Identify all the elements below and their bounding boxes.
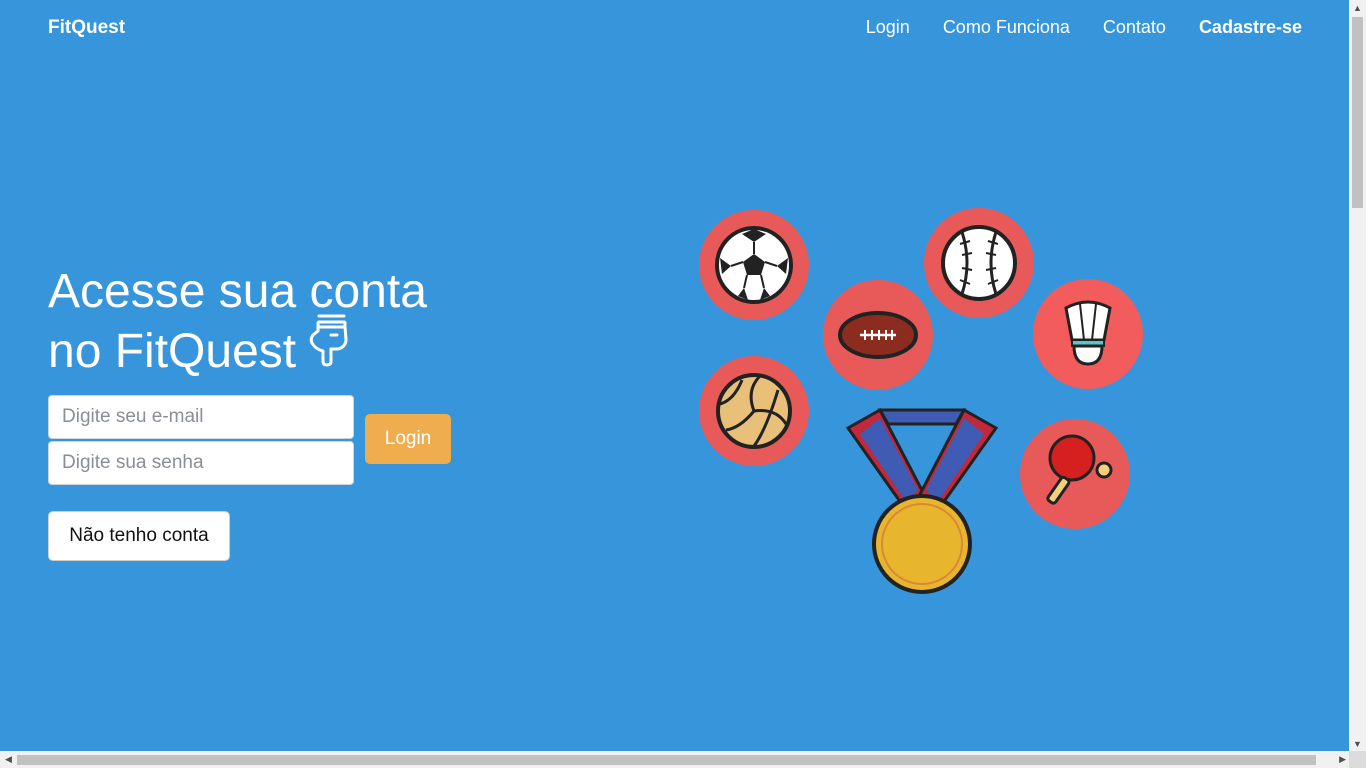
nav-como-funciona[interactable]: Como Funciona — [943, 17, 1070, 38]
no-account-button[interactable]: Não tenho conta — [48, 511, 230, 561]
page: FitQuest Login Como Funciona Contato Cad… — [0, 0, 1349, 748]
shuttlecock-icon — [1033, 279, 1143, 389]
vertical-scroll-thumb[interactable] — [1352, 17, 1363, 208]
soccer-ball-icon — [699, 210, 809, 320]
page-title: Acesse sua conta no FitQuest — [48, 262, 508, 384]
title-line-2: no FitQuest — [48, 325, 297, 378]
scrollbar-corner — [1349, 751, 1366, 768]
ping-pong-paddle-icon — [1020, 419, 1130, 529]
baseball-icon — [924, 208, 1034, 318]
password-field[interactable] — [48, 441, 354, 485]
top-nav: Login Como Funciona Contato Cadastre-se — [866, 17, 1302, 38]
volleyball-icon — [699, 356, 809, 466]
title-line-1: Acesse sua conta — [48, 265, 427, 318]
scroll-down-icon[interactable]: ▼ — [1353, 739, 1362, 749]
horizontal-scrollbar[interactable]: ◀ ▶ — [0, 751, 1349, 768]
scroll-right-icon[interactable]: ▶ — [1339, 754, 1346, 765]
sports-illustration — [690, 200, 1160, 600]
hand-pointing-icon — [306, 313, 352, 384]
login-button[interactable]: Login — [365, 414, 451, 464]
football-icon — [823, 280, 933, 390]
nav-login[interactable]: Login — [866, 17, 910, 38]
scroll-up-icon[interactable]: ▲ — [1353, 3, 1362, 13]
medal-icon — [845, 407, 999, 594]
scroll-left-icon[interactable]: ◀ — [5, 754, 12, 765]
brand-logo[interactable]: FitQuest — [48, 17, 125, 39]
nav-contato[interactable]: Contato — [1103, 17, 1166, 38]
vertical-scrollbar[interactable]: ▲ ▼ — [1349, 0, 1366, 751]
horizontal-scroll-thumb[interactable] — [17, 755, 1316, 765]
email-field[interactable] — [48, 395, 354, 439]
nav-cadastre-se[interactable]: Cadastre-se — [1199, 17, 1302, 38]
